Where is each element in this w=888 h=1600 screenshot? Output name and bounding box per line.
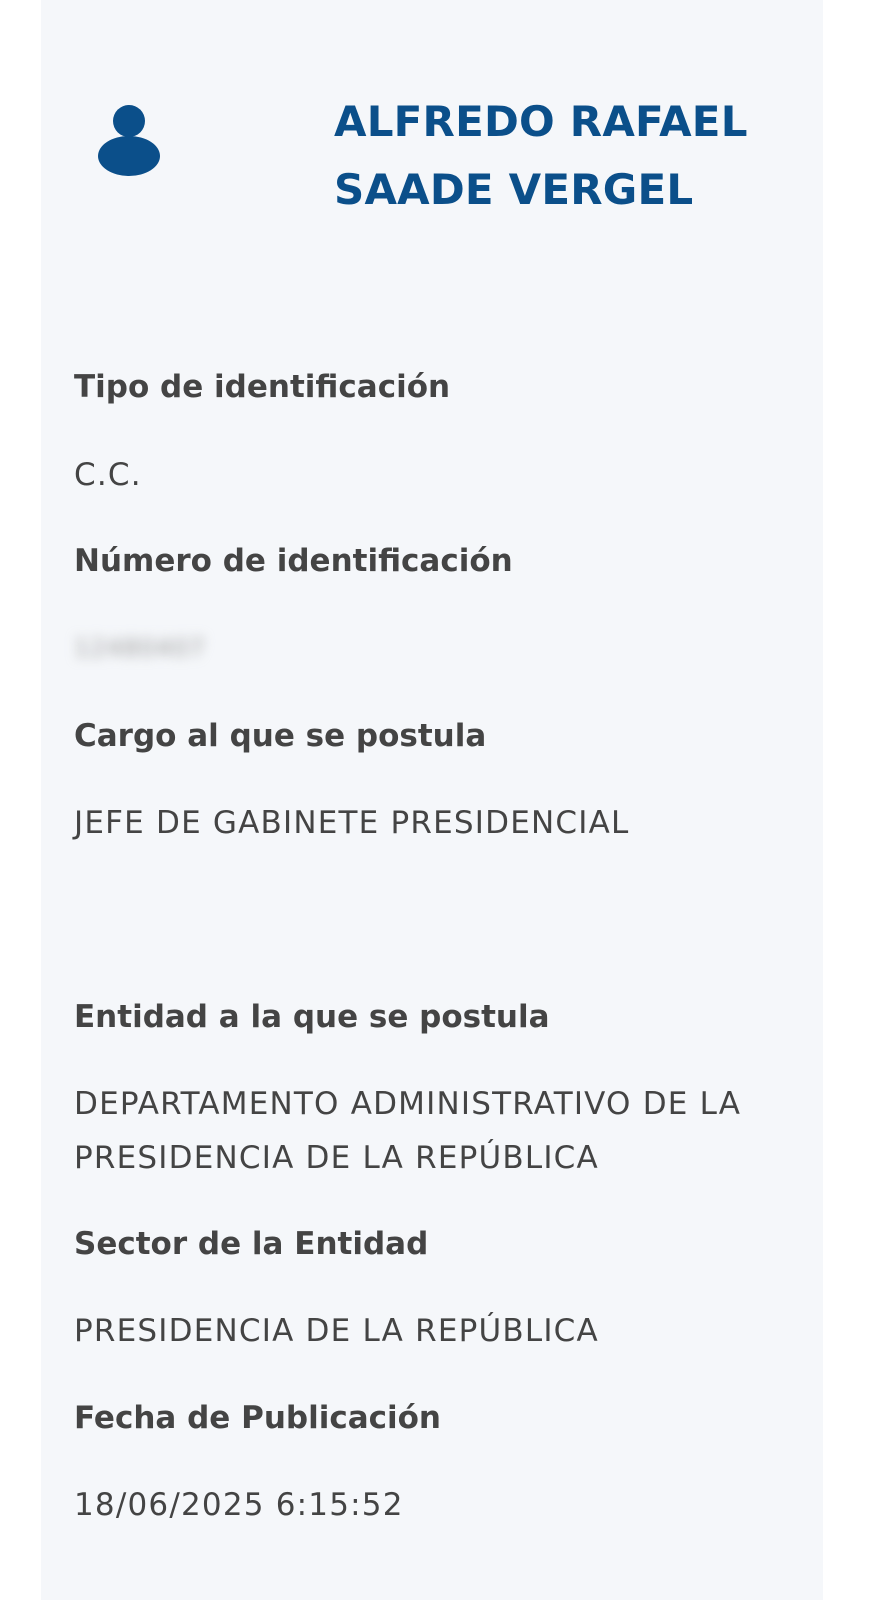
entidad-value: DEPARTAMENTO ADMINISTRATIVO DE LA PRESID… (74, 1077, 741, 1185)
cargo-value: JEFE DE GABINETE PRESIDENCIAL (74, 805, 630, 841)
person-icon (98, 104, 160, 176)
numero-identificacion-value: 12480407 (74, 634, 206, 662)
entidad-label: Entidad a la que se postula (74, 999, 550, 1035)
fecha-publicacion-value: 18/06/2025 6:15:52 (74, 1487, 404, 1523)
candidate-name: ALFREDO RAFAEL SAADE VERGEL (334, 88, 804, 224)
sector-value: PRESIDENCIA DE LA REPÚBLICA (74, 1313, 599, 1349)
entidad-value-line-2: PRESIDENCIA DE LA REPÚBLICA (74, 1140, 599, 1176)
entidad-value-line-1: DEPARTAMENTO ADMINISTRATIVO DE LA (74, 1086, 742, 1122)
fecha-publicacion-label: Fecha de Publicación (74, 1400, 442, 1436)
tipo-identificacion-value: C.C. (74, 457, 142, 493)
candidate-name-line-2: SAADE VERGEL (334, 165, 694, 214)
tipo-identificacion-label: Tipo de identificación (74, 369, 451, 405)
sector-label: Sector de la Entidad (74, 1226, 429, 1262)
candidate-name-line-1: ALFREDO RAFAEL (334, 97, 748, 146)
numero-identificacion-label: Número de identificación (74, 543, 513, 579)
cargo-label: Cargo al que se postula (74, 718, 487, 754)
